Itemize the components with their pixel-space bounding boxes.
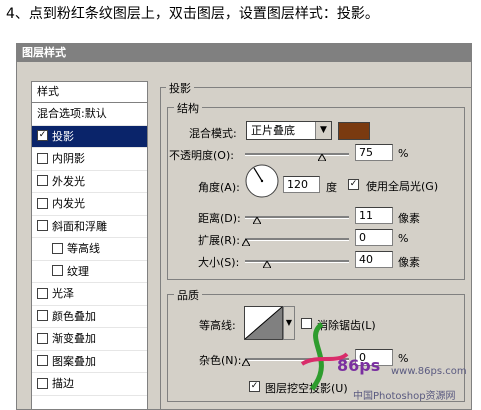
style-item[interactable]: 斜面和浮雕 — [32, 216, 147, 238]
knockout-checkbox[interactable]: ✓ — [249, 381, 260, 392]
spread-label: 扩展(R): — [198, 234, 240, 247]
style-item[interactable]: 等高线 — [32, 238, 147, 261]
style-checkbox[interactable] — [37, 377, 48, 389]
opacity-slider-track[interactable] — [245, 153, 349, 156]
noise-slider-thumb[interactable] — [242, 359, 250, 366]
watermark-brand: 86ps — [337, 356, 381, 375]
style-item[interactable]: 描边 — [32, 373, 147, 396]
spread-slider-track[interactable] — [245, 238, 349, 241]
angle-dial[interactable] — [244, 163, 280, 199]
styles-header: 样式 — [32, 82, 147, 103]
style-item[interactable]: 纹理 — [32, 261, 147, 283]
angle-label: 角度(A): — [198, 181, 240, 194]
angle-input[interactable]: 120 — [283, 176, 320, 193]
contour-label: 等高线: — [199, 319, 236, 332]
blend-mode-dropdown[interactable]: 正片叠底 ▼ — [246, 121, 332, 140]
size-slider-thumb[interactable] — [263, 261, 271, 268]
style-item-label: 颜色叠加 — [52, 309, 96, 323]
style-item[interactable]: 内阴影 — [32, 148, 147, 171]
distance-label: 距离(D): — [198, 212, 241, 225]
style-item-label: 斜面和浮雕 — [52, 219, 107, 233]
spread-input[interactable]: 0 — [355, 229, 393, 246]
style-checkbox[interactable] — [37, 332, 48, 344]
contour-preview[interactable] — [244, 306, 283, 340]
layer-style-dialog: 图层样式 样式 混合选项:默认 ✓ 投影内阴影外发光内发光斜面和浮雕等高线纹理光泽颜… — [16, 43, 472, 410]
distance-input[interactable]: 11 — [355, 207, 393, 224]
opacity-slider-thumb[interactable] — [318, 154, 326, 161]
style-checkbox[interactable] — [37, 355, 48, 366]
style-checkbox[interactable]: ✓ — [37, 130, 48, 141]
style-item[interactable]: 光泽 — [32, 283, 147, 306]
quality-title: 品质 — [174, 287, 202, 303]
style-item-label: 渐变叠加 — [52, 332, 96, 345]
size-label: 大小(S): — [198, 256, 240, 269]
tutorial-caption: 4、点到粉红条纹图层上，双击图层，设置图层样式：投影。 — [6, 6, 379, 22]
style-checkbox[interactable] — [37, 152, 48, 164]
style-item-label: 外发光 — [52, 174, 85, 188]
style-item-label: 内阴影 — [52, 152, 85, 165]
style-item[interactable]: ✓ 投影 — [32, 125, 147, 148]
style-item-label: 描边 — [52, 377, 74, 390]
size-slider-track[interactable] — [245, 260, 349, 263]
style-item-label: 纹理 — [67, 264, 89, 278]
spread-slider-thumb[interactable] — [242, 239, 250, 246]
size-input[interactable]: 40 — [355, 251, 393, 268]
watermark-text: 中国Photoshop资源网 — [353, 391, 456, 402]
style-item-label: 光泽 — [52, 287, 74, 300]
size-unit: 像素 — [398, 256, 420, 269]
opacity-unit: % — [398, 147, 409, 160]
style-item[interactable]: 颜色叠加 — [32, 306, 147, 328]
style-checkbox[interactable] — [37, 220, 48, 231]
style-item[interactable]: 内发光 — [32, 193, 147, 216]
blend-mode-label: 混合模式: — [189, 127, 237, 140]
style-item-label: 投影 — [52, 129, 74, 143]
style-checkbox[interactable] — [52, 242, 63, 254]
style-item[interactable]: 混合选项:默认 — [32, 103, 147, 126]
dialog-title: 图层样式 — [17, 44, 471, 62]
style-checkbox[interactable] — [52, 265, 63, 276]
drop-shadow-title: 投影 — [166, 80, 194, 96]
opacity-input[interactable]: 75 — [355, 144, 393, 161]
noise-label: 杂色(N): — [199, 354, 242, 367]
blend-mode-value: 正片叠底 — [251, 124, 295, 137]
style-item[interactable]: 渐变叠加 — [32, 328, 147, 351]
style-item-label: 图案叠加 — [52, 354, 96, 368]
style-checkbox[interactable] — [37, 197, 48, 209]
opacity-label: 不透明度(O): — [169, 149, 234, 162]
style-checkbox[interactable] — [37, 310, 48, 321]
distance-slider-thumb[interactable] — [253, 217, 261, 224]
watermark-site: www.86ps.com — [391, 366, 467, 377]
noise-unit: % — [398, 352, 409, 365]
spread-unit: % — [398, 232, 409, 245]
angle-unit: 度 — [326, 181, 337, 194]
shadow-color-swatch[interactable] — [338, 122, 370, 140]
style-item[interactable]: 外发光 — [32, 171, 147, 193]
styles-list: 样式 混合选项:默认 ✓ 投影内阴影外发光内发光斜面和浮雕等高线纹理光泽颜色叠加渐变… — [31, 81, 148, 409]
style-item[interactable]: 图案叠加 — [32, 351, 147, 373]
style-item-label: 等高线 — [67, 242, 100, 255]
structure-title: 结构 — [174, 100, 202, 116]
style-item-label: 混合选项:默认 — [37, 107, 107, 120]
style-checkbox[interactable] — [37, 287, 48, 299]
style-item-label: 内发光 — [52, 197, 85, 210]
global-light-checkbox[interactable]: ✓ — [348, 179, 359, 190]
global-light-label: 使用全局光(G) — [366, 180, 439, 193]
style-checkbox[interactable] — [37, 175, 48, 186]
distance-unit: 像素 — [398, 212, 420, 225]
chevron-down-icon: ▼ — [315, 122, 331, 139]
